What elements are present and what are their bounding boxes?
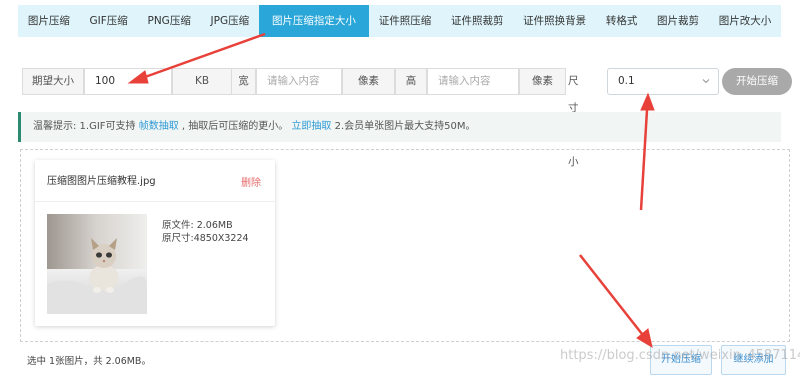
- target-size-unit: KB: [172, 68, 232, 95]
- original-dimensions: 原尺寸:4850X3224: [162, 233, 249, 244]
- height-label: 高: [395, 68, 427, 95]
- tab-image-resize[interactable]: 图片改大小: [709, 5, 781, 37]
- tab-jpg-compress[interactable]: JPG压缩: [201, 5, 259, 37]
- tab-png-compress[interactable]: PNG压缩: [138, 5, 201, 37]
- width-label: 宽: [232, 68, 256, 95]
- tab-id-photo-compress[interactable]: 证件照压缩: [369, 5, 441, 37]
- selection-status: 选中 1张图片，共 2.06MB。: [27, 356, 151, 367]
- start-compress-button-top[interactable]: 开始压缩: [722, 68, 792, 95]
- tab-image-crop[interactable]: 图片裁剪: [647, 5, 709, 37]
- file-name: 压缩图图片压缩教程.jpg: [47, 176, 156, 187]
- tab-image-compress[interactable]: 图片压缩: [18, 5, 80, 37]
- tool-tabs: 图片压缩 GIF压缩 PNG压缩 JPG压缩 图片压缩指定大小 证件照压缩 证件…: [18, 5, 781, 37]
- kitten-photo-icon: [47, 214, 147, 314]
- tab-gif-compress[interactable]: GIF压缩: [80, 5, 138, 37]
- watermark-text: https://blog.csdn.net/weixin_45871149: [560, 348, 800, 363]
- scale-label: 尺寸缩小: [568, 75, 579, 168]
- width-input[interactable]: 请输入内容: [256, 68, 342, 95]
- target-size-input[interactable]: 100: [84, 68, 172, 95]
- width-unit: 像素: [342, 68, 395, 95]
- height-unit: 像素: [519, 68, 566, 95]
- target-size-label: 期望大小: [22, 68, 84, 95]
- image-thumbnail: [47, 214, 147, 314]
- scale-select[interactable]: 0.1: [607, 68, 719, 95]
- scale-select-value: 0.1: [618, 75, 635, 87]
- frame-extract-link[interactable]: 帧数抽取: [139, 121, 179, 132]
- tab-id-photo-crop[interactable]: 证件照裁剪: [441, 5, 513, 37]
- tab-id-photo-background[interactable]: 证件照换背景: [513, 5, 596, 37]
- delete-button[interactable]: 删除: [241, 174, 261, 189]
- notice-prefix: 温馨提示: 1.GIF可支持: [33, 121, 139, 132]
- notice-suffix: 2.会员单张图片最大支持50M。: [331, 121, 476, 132]
- file-card: 压缩图图片压缩教程.jpg 删除 原文件: 2.06MB 原尺寸:4850X32…: [35, 160, 275, 326]
- tip-notice: 温馨提示: 1.GIF可支持 帧数抽取 , 抽取后可压缩的更小。 立即抽取 2.…: [18, 112, 781, 142]
- tab-convert-format[interactable]: 转格式: [596, 5, 647, 37]
- height-input[interactable]: 请输入内容: [427, 68, 519, 95]
- extract-now-link[interactable]: 立即抽取: [291, 121, 331, 132]
- notice-middle: , 抽取后可压缩的更小。: [178, 121, 292, 132]
- tab-compress-to-size[interactable]: 图片压缩指定大小: [258, 5, 369, 37]
- card-divider: [35, 201, 275, 202]
- chevron-down-icon: [702, 79, 710, 84]
- original-file-size: 原文件: 2.06MB: [162, 220, 233, 231]
